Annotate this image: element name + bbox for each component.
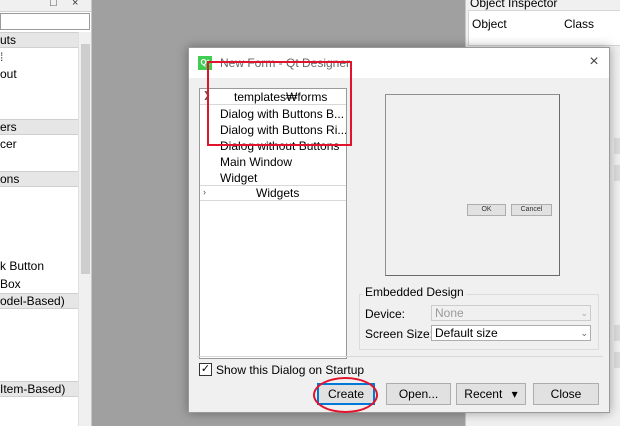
chevron-down-icon: ▾ bbox=[511, 387, 518, 401]
widget-box-titlebar: □ × bbox=[0, 0, 91, 12]
float-button[interactable]: □ bbox=[50, 0, 57, 9]
widget-item[interactable]: out bbox=[0, 67, 17, 81]
object-inspector-table[interactable]: Object Class bbox=[468, 10, 620, 46]
template-widget[interactable]: Widget bbox=[220, 170, 346, 186]
preview-area: OK Cancel bbox=[365, 88, 601, 276]
column-object[interactable]: Object bbox=[472, 17, 507, 31]
category-buttons[interactable]: ons bbox=[0, 171, 79, 187]
panel-strip bbox=[614, 325, 620, 341]
widget-item[interactable]: ⁞ bbox=[0, 50, 3, 64]
recent-button[interactable]: Recent ▾ bbox=[456, 383, 526, 405]
category-layouts[interactable]: uts bbox=[0, 32, 79, 48]
device-value: None bbox=[435, 306, 464, 320]
tree-group-label: Widgets bbox=[256, 186, 300, 200]
show-on-startup-label[interactable]: Show this Dialog on Startup bbox=[216, 363, 364, 377]
object-inspector-title: Object Inspector bbox=[470, 0, 558, 10]
widget-item[interactable]: cer bbox=[0, 137, 17, 151]
category-item-widgets[interactable]: Item-Based) bbox=[0, 381, 79, 397]
screen-size-select[interactable]: Default size ⌄ bbox=[431, 325, 591, 341]
widget-item[interactable]: k Button bbox=[0, 259, 44, 273]
highlight-ellipse bbox=[313, 377, 378, 413]
chevron-right-icon[interactable]: › bbox=[203, 187, 206, 197]
highlight-rectangle bbox=[207, 61, 352, 146]
recent-label: Recent bbox=[464, 387, 503, 401]
screen-size-label: Screen Size: bbox=[365, 327, 434, 341]
tree-group-widgets[interactable]: › Widgets bbox=[200, 185, 346, 201]
close-icon[interactable]: × bbox=[587, 53, 601, 71]
widget-item[interactable]: Box bbox=[0, 277, 21, 291]
chevron-down-icon: ⌄ bbox=[580, 308, 588, 318]
new-form-dialog: Qt New Form - Qt Designer × ❯ templates₩… bbox=[188, 47, 610, 413]
close-panel-button[interactable]: × bbox=[72, 0, 78, 9]
open-button[interactable]: Open... bbox=[386, 383, 451, 405]
preview-ok-button: OK bbox=[467, 204, 506, 216]
widget-filter-input[interactable] bbox=[0, 13, 90, 30]
device-select[interactable]: None ⌄ bbox=[431, 305, 591, 321]
scrollbar-thumb[interactable] bbox=[81, 44, 90, 274]
template-main-window[interactable]: Main Window bbox=[220, 154, 346, 170]
chevron-down-icon: ⌄ bbox=[580, 328, 588, 338]
embedded-design-group bbox=[359, 294, 599, 350]
panel-strip bbox=[614, 352, 620, 368]
separator bbox=[197, 356, 603, 357]
category-spacers[interactable]: ers bbox=[0, 119, 79, 135]
panel-strip bbox=[614, 165, 620, 181]
close-button[interactable]: Close bbox=[533, 383, 599, 405]
category-item-views[interactable]: odel-Based) bbox=[0, 293, 79, 309]
widget-box-scrollbar[interactable] bbox=[78, 32, 91, 426]
screen-size-value: Default size bbox=[435, 326, 498, 340]
form-preview: OK Cancel bbox=[385, 94, 560, 276]
panel-strip bbox=[614, 138, 620, 154]
show-on-startup-checkbox[interactable]: ✓ bbox=[199, 363, 212, 376]
column-class[interactable]: Class bbox=[564, 17, 594, 31]
embedded-design-title: Embedded Design bbox=[363, 285, 466, 299]
preview-cancel-button: Cancel bbox=[511, 204, 552, 216]
device-label: Device: bbox=[365, 307, 406, 321]
widget-box-panel: □ × uts ⁞ out ers cer ons k Button Box o… bbox=[0, 0, 92, 426]
